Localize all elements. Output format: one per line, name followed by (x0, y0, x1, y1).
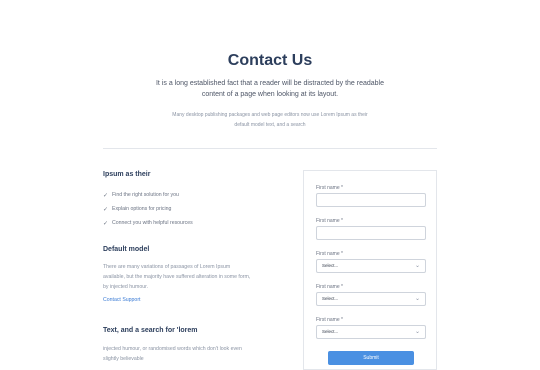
section-title-search: Text, and a search for 'lorem (103, 327, 198, 334)
field-label: First name * (316, 251, 343, 257)
sub-text: Many desktop publishing packages and web… (172, 112, 368, 128)
list-item: ✓ Find the right solution for you (103, 188, 283, 202)
field-label: First name * (316, 317, 343, 323)
chevron-down-icon: ⌄ (414, 296, 420, 302)
check-icon: ✓ (103, 192, 109, 199)
first-name-input-2[interactable] (316, 226, 426, 240)
section-title-default-model: Default model (103, 246, 150, 253)
page-title: Contact Us (227, 52, 313, 69)
list-item: ✓ Explain options for pricing (103, 202, 283, 216)
chevron-down-icon: ⌄ (414, 329, 420, 335)
field-label: First name * (316, 185, 343, 191)
section-text: injected humour, or randomised words whi… (103, 346, 242, 362)
select-value: Select... (322, 329, 339, 334)
contact-support-link[interactable]: Contact Support (103, 297, 141, 303)
feature-list: ✓ Find the right solution for you ✓ Expl… (103, 188, 283, 230)
first-name-input[interactable] (316, 193, 426, 207)
select-value: Select... (322, 296, 339, 301)
list-item-label: Connect you with helpful resources (112, 220, 193, 226)
select-field[interactable]: Select... ⌄ (316, 292, 426, 306)
list-item-label: Explain options for pricing (112, 206, 172, 212)
section-title-ipsum: Ipsum as their (103, 171, 151, 178)
select-field[interactable]: Select... ⌄ (316, 325, 426, 339)
contact-form: First name * First name * First name * S… (303, 170, 437, 370)
check-icon: ✓ (103, 220, 109, 227)
select-value: Select... (322, 263, 339, 268)
section-text: There are many variations of passages of… (103, 264, 251, 290)
chevron-down-icon: ⌄ (414, 263, 420, 269)
submit-button[interactable]: Submit (328, 351, 414, 365)
field-label: First name * (316, 284, 343, 290)
field-label: First name * (316, 218, 343, 224)
select-field[interactable]: Select... ⌄ (316, 259, 426, 273)
list-item: ✓ Connect you with helpful resources (103, 216, 283, 230)
divider (103, 148, 437, 149)
lead-text: It is a long established fact that a rea… (155, 80, 385, 98)
check-icon: ✓ (103, 206, 109, 213)
list-item-label: Find the right solution for you (112, 192, 179, 198)
